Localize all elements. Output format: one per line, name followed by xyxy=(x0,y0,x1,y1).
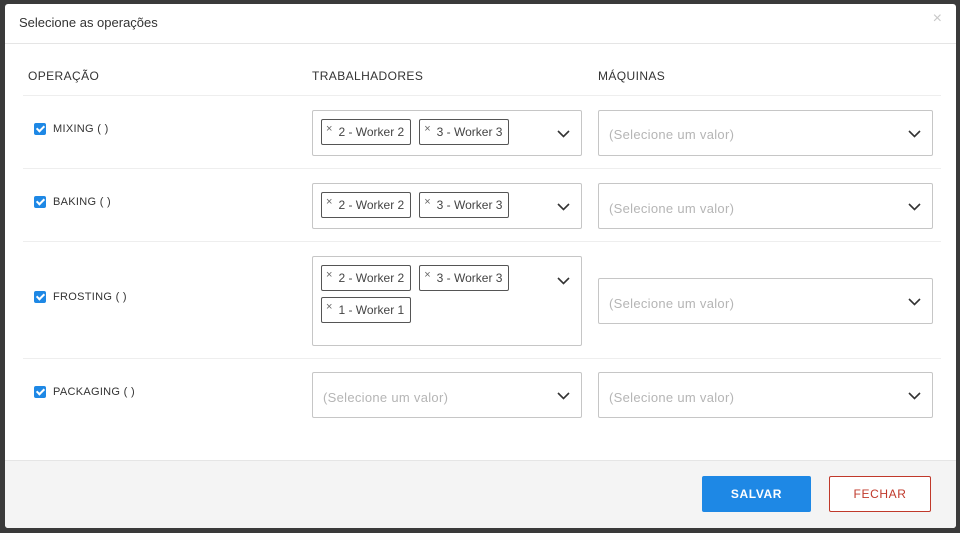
machines-select[interactable]: (Selecione um valor) xyxy=(598,372,933,418)
machines-placeholder: (Selecione um valor) xyxy=(609,127,735,142)
worker-tag-label: 3 - Worker 3 xyxy=(436,198,503,212)
table-row: FROSTING ( ) × 2 - Worker 2 × 3 - Worker 3… xyxy=(23,242,941,359)
save-button[interactable]: SALVAR xyxy=(702,476,811,512)
workers-tags: × 2 - Worker 2 × 3 - Worker 3 × 1 - Worker … xyxy=(321,265,546,323)
worker-tag-label: 2 - Worker 2 xyxy=(338,125,405,139)
checkbox-checked-icon[interactable] xyxy=(34,196,46,208)
chevron-down-icon[interactable] xyxy=(908,203,921,211)
header-workers: TRABALHADORES xyxy=(312,69,424,83)
worker-tag: × 3 - Worker 3 xyxy=(419,265,510,291)
worker-tag-label: 3 - Worker 3 xyxy=(436,125,503,139)
close-icon[interactable]: × xyxy=(326,269,332,281)
workers-tags: × 2 - Worker 2 × 3 - Worker 3 xyxy=(321,192,546,218)
worker-tag-label: 2 - Worker 2 xyxy=(338,198,405,212)
table-row: MIXING ( ) × 2 - Worker 2 × 3 - Worker 3 (… xyxy=(23,96,941,169)
checkbox-checked-icon[interactable] xyxy=(34,123,46,135)
operation-label: MIXING ( ) xyxy=(53,123,109,135)
header-machines: MÁQUINAS xyxy=(598,69,666,83)
table-row: PACKAGING ( ) (Selecione um valor) (Sele… xyxy=(23,359,941,431)
worker-tag-label: 3 - Worker 3 xyxy=(436,271,503,285)
workers-placeholder: (Selecione um valor) xyxy=(323,390,449,405)
close-icon[interactable]: × xyxy=(326,123,332,135)
worker-tag: × 2 - Worker 2 xyxy=(321,265,412,291)
workers-tags: × 2 - Worker 2 × 3 - Worker 3 xyxy=(321,119,546,145)
workers-select[interactable]: (Selecione um valor) xyxy=(312,372,582,418)
operations-table: OPERAÇÃO TRABALHADORES MÁQUINAS MIXING (… xyxy=(23,59,941,431)
modal-footer: SALVAR FECHAR xyxy=(5,460,956,528)
chevron-down-icon[interactable] xyxy=(557,392,570,400)
modal-header: Selecione as operações × xyxy=(5,4,956,44)
operation-cell: MIXING ( ) xyxy=(34,123,109,135)
machines-placeholder: (Selecione um valor) xyxy=(609,296,735,311)
header-operation: OPERAÇÃO xyxy=(28,69,100,83)
close-icon[interactable]: × xyxy=(424,269,430,281)
chevron-down-icon[interactable] xyxy=(908,392,921,400)
close-icon[interactable]: × xyxy=(933,11,942,27)
worker-tag: × 2 - Worker 2 xyxy=(321,119,412,145)
worker-tag: × 2 - Worker 2 xyxy=(321,192,412,218)
chevron-down-icon[interactable] xyxy=(557,130,570,138)
worker-tag: × 3 - Worker 3 xyxy=(419,119,510,145)
close-icon[interactable]: × xyxy=(326,196,332,208)
worker-tag-label: 1 - Worker 1 xyxy=(338,303,405,317)
close-icon[interactable]: × xyxy=(424,123,430,135)
machines-select[interactable]: (Selecione um valor) xyxy=(598,110,933,156)
workers-select[interactable]: × 2 - Worker 2 × 3 - Worker 3 × 1 - Worker … xyxy=(312,256,582,346)
worker-tag: × 1 - Worker 1 xyxy=(321,297,412,323)
chevron-down-icon[interactable] xyxy=(908,130,921,138)
worker-tag: × 3 - Worker 3 xyxy=(419,192,510,218)
chevron-down-icon[interactable] xyxy=(557,203,570,211)
operation-cell: BAKING ( ) xyxy=(34,196,111,208)
table-header: OPERAÇÃO TRABALHADORES MÁQUINAS xyxy=(23,59,941,96)
operations-modal: Selecione as operações × OPERAÇÃO TRABAL… xyxy=(5,4,956,528)
workers-select[interactable]: × 2 - Worker 2 × 3 - Worker 3 xyxy=(312,183,582,229)
close-icon[interactable]: × xyxy=(424,196,430,208)
table-row: BAKING ( ) × 2 - Worker 2 × 3 - Worker 3 (… xyxy=(23,169,941,242)
machines-placeholder: (Selecione um valor) xyxy=(609,390,735,405)
close-icon[interactable]: × xyxy=(326,301,332,313)
operation-cell: PACKAGING ( ) xyxy=(34,386,135,398)
machines-select[interactable]: (Selecione um valor) xyxy=(598,183,933,229)
machines-placeholder: (Selecione um valor) xyxy=(609,201,735,216)
operation-label: BAKING ( ) xyxy=(53,196,112,208)
checkbox-checked-icon[interactable] xyxy=(34,386,46,398)
operation-cell: FROSTING ( ) xyxy=(34,291,127,303)
workers-select[interactable]: × 2 - Worker 2 × 3 - Worker 3 xyxy=(312,110,582,156)
operation-label: PACKAGING ( ) xyxy=(53,386,135,398)
operation-label: FROSTING ( ) xyxy=(53,291,127,303)
close-button[interactable]: FECHAR xyxy=(829,476,931,512)
modal-title: Selecione as operações xyxy=(19,15,158,30)
chevron-down-icon[interactable] xyxy=(557,277,570,285)
worker-tag-label: 2 - Worker 2 xyxy=(338,271,405,285)
checkbox-checked-icon[interactable] xyxy=(34,291,46,303)
machines-select[interactable]: (Selecione um valor) xyxy=(598,278,933,324)
chevron-down-icon[interactable] xyxy=(908,298,921,306)
